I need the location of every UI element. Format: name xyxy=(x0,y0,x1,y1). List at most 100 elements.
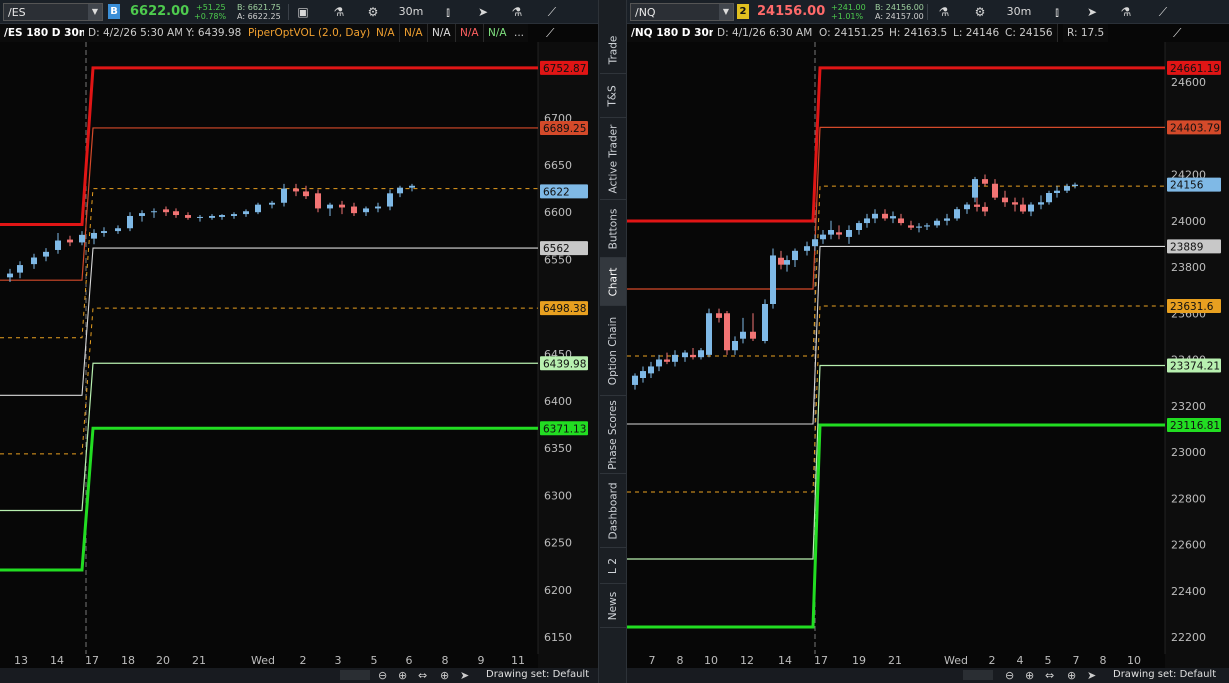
candle-body xyxy=(792,250,798,261)
time-tick-label: 12 xyxy=(740,654,754,667)
price-tick-label: 24000 xyxy=(1171,215,1206,228)
candle-body xyxy=(732,341,738,351)
candle-body xyxy=(750,331,756,339)
candle-body xyxy=(397,187,403,194)
candle-body xyxy=(31,257,37,265)
crosshair-icon[interactable]: ⊕ xyxy=(1067,669,1076,682)
candle-body xyxy=(243,211,249,215)
crosshair-icon[interactable]: ⊕ xyxy=(440,669,449,682)
zoom-in-icon[interactable]: ⊕ xyxy=(398,669,407,682)
pan-icon[interactable]: ⇔ xyxy=(418,669,427,682)
cursor-icon[interactable]: ➤ xyxy=(460,669,469,682)
candle-body xyxy=(944,218,950,221)
nq-chart-canvas[interactable]: 2460024400242002400023800236002340023200… xyxy=(627,0,1229,668)
time-tick-label: 5 xyxy=(371,654,378,667)
candle-body xyxy=(784,260,790,265)
zoom-in-icon[interactable]: ⊕ xyxy=(1025,669,1034,682)
candle-body xyxy=(632,375,638,385)
side-tab-strip: Trade T&S Active Trader Buttons Chart Option … xyxy=(598,0,627,683)
nq-drawing-set[interactable]: Drawing set: Default xyxy=(1113,669,1216,680)
price-tick-label: 6550 xyxy=(544,253,572,266)
nq-scrollbar[interactable] xyxy=(963,670,993,680)
es-chart-canvas[interactable]: 6700665066006550645064006350630062506200… xyxy=(0,0,598,668)
cursor-icon[interactable]: ➤ xyxy=(1087,669,1096,682)
candle-body xyxy=(303,191,309,197)
price-tick-label: 22200 xyxy=(1171,631,1206,644)
candle-body xyxy=(846,230,852,237)
time-tick-label: 7 xyxy=(1073,654,1080,667)
candle-body xyxy=(640,371,646,378)
candle-body xyxy=(151,211,157,213)
price-tick-label: 6350 xyxy=(544,442,572,455)
price-tick-label: 22800 xyxy=(1171,492,1206,505)
side-tab-chart[interactable]: Chart xyxy=(600,258,626,306)
side-tab-l-2[interactable]: L 2 xyxy=(600,548,626,584)
pan-icon[interactable]: ⇔ xyxy=(1045,669,1054,682)
time-tick-label: Wed xyxy=(251,654,275,667)
candle-body xyxy=(916,226,922,228)
price-tick-label: 24600 xyxy=(1171,76,1206,89)
candle-body xyxy=(992,183,998,198)
price-tick-label: 23800 xyxy=(1171,261,1206,274)
level-s1-label: 6439.98 xyxy=(543,358,586,370)
side-tab-label: T&S xyxy=(607,84,619,107)
side-tab-option-chain[interactable]: Option Chain xyxy=(600,306,626,396)
side-tab-buttons[interactable]: Buttons xyxy=(600,200,626,258)
candle-body xyxy=(139,213,145,216)
candle-body xyxy=(185,215,191,218)
price-tick-label: 6150 xyxy=(544,631,572,644)
candle-body xyxy=(964,204,970,210)
level-s1-label: 23374.21 xyxy=(1170,360,1220,372)
zoom-out-icon[interactable]: ⊖ xyxy=(378,669,387,682)
price-tick-label: 22400 xyxy=(1171,585,1206,598)
side-tab-news[interactable]: News xyxy=(600,584,626,628)
time-tick-label: 20 xyxy=(156,654,170,667)
candle-body xyxy=(339,204,345,208)
es-chart-panel: /ES ▼ B 6622.00 +51.25 +0.78% B: 6621.75… xyxy=(0,0,598,683)
candle-body xyxy=(934,220,940,226)
time-tick-label: 4 xyxy=(1017,654,1024,667)
es-drawing-set[interactable]: Drawing set: Default xyxy=(486,669,589,680)
candle-body xyxy=(55,240,61,250)
side-tab-t-s[interactable]: T&S xyxy=(600,74,626,118)
candle-body xyxy=(351,206,357,214)
candle-body xyxy=(778,257,784,265)
candle-body xyxy=(1002,197,1008,203)
time-tick-label: 8 xyxy=(677,654,684,667)
candle-body xyxy=(890,216,896,219)
level-r1-label: 24403.79 xyxy=(1170,122,1220,134)
candle-body xyxy=(716,313,722,318)
time-tick-label: 3 xyxy=(335,654,342,667)
candle-body xyxy=(1054,190,1060,193)
time-tick-label: 8 xyxy=(442,654,449,667)
candle-body xyxy=(836,232,842,235)
side-tab-label: Chart xyxy=(607,267,620,296)
time-tick-label: Wed xyxy=(944,654,968,667)
candle-body xyxy=(812,239,818,247)
candle-body xyxy=(1038,202,1044,205)
candle-body xyxy=(79,234,85,243)
level-current-label: 6622 xyxy=(543,186,570,198)
candle-body xyxy=(690,354,696,358)
side-tab-dashboard[interactable]: Dashboard xyxy=(600,474,626,548)
side-tab-active-trader[interactable]: Active Trader xyxy=(600,118,626,200)
candle-body xyxy=(163,209,169,213)
side-tab-label: News xyxy=(607,591,619,620)
price-tick-label: 23200 xyxy=(1171,400,1206,413)
candle-body xyxy=(706,313,712,355)
zoom-out-icon[interactable]: ⊖ xyxy=(1005,669,1014,682)
candle-body xyxy=(664,359,670,362)
candle-body xyxy=(17,265,23,273)
side-tab-phase-scores[interactable]: Phase Scores xyxy=(600,396,626,474)
price-tick-label: 6650 xyxy=(544,159,572,172)
time-tick-label: 6 xyxy=(406,654,413,667)
candle-body xyxy=(1046,193,1052,203)
es-scrollbar[interactable] xyxy=(340,670,370,680)
level-mid-label: 6562 xyxy=(543,243,570,255)
side-tab-trade[interactable]: Trade xyxy=(600,26,626,74)
candle-body xyxy=(209,215,215,218)
candle-body xyxy=(231,214,237,216)
time-tick-label: 18 xyxy=(121,654,135,667)
price-tick-label: 23000 xyxy=(1171,446,1206,459)
candle-body xyxy=(127,215,133,229)
